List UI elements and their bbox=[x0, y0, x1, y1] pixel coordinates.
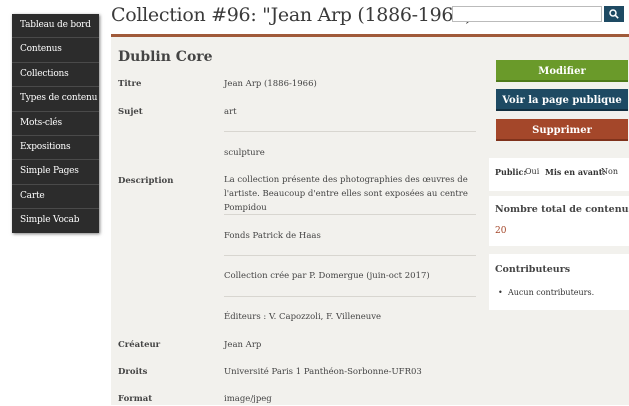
field-value-description: Fonds Patrick de Haas bbox=[224, 231, 321, 241]
field-value-format: image/jpeg bbox=[224, 394, 272, 404]
sidebar-item-simple-vocab[interactable]: Simple Vocab bbox=[12, 209, 99, 232]
sidebar-item-simple-pages[interactable]: Simple Pages bbox=[12, 160, 99, 185]
field-value-description: Éditeurs : V. Capozzoli, F. Villeneuve bbox=[224, 312, 382, 322]
sidebar-item-tags[interactable]: Mots-clés bbox=[12, 112, 99, 136]
value-divider bbox=[224, 214, 476, 215]
public-label: Public: bbox=[495, 167, 527, 177]
sidebar-item-collections[interactable]: Collections bbox=[12, 63, 99, 88]
value-divider bbox=[224, 255, 476, 256]
item-count-link[interactable]: 20 bbox=[495, 226, 506, 236]
field-value-subject: sculpture bbox=[224, 148, 265, 158]
item-count-panel: Nombre total de contenus 20 bbox=[489, 196, 629, 246]
bullet-icon: • bbox=[498, 288, 503, 297]
sidebar-item-map[interactable]: Carte bbox=[12, 185, 99, 210]
field-value-title: Jean Arp (1886-1966) bbox=[224, 79, 317, 89]
field-label-subject: Sujet bbox=[118, 107, 143, 117]
search-button[interactable] bbox=[604, 6, 624, 22]
value-divider bbox=[224, 296, 476, 297]
page-title: Collection #96: "Jean Arp (1886-1966)" bbox=[111, 4, 481, 26]
search-input[interactable] bbox=[452, 6, 602, 22]
admin-sidebar: Tableau de bord Contenus Collections Typ… bbox=[12, 14, 99, 233]
search-icon bbox=[609, 9, 619, 19]
field-label-title: Titre bbox=[118, 79, 142, 89]
item-count-heading: Nombre total de contenus bbox=[495, 204, 629, 215]
sidebar-item-exhibits[interactable]: Expositions bbox=[12, 136, 99, 161]
visibility-panel: Public: Oui Mis en avant: Non bbox=[489, 158, 629, 191]
value-divider bbox=[224, 131, 476, 132]
field-label-description: Description bbox=[118, 176, 174, 186]
contributor-item: Aucun contributeurs. bbox=[508, 288, 595, 297]
edit-button[interactable]: Modifier bbox=[496, 60, 628, 82]
public-value: Oui bbox=[525, 167, 540, 176]
field-value-rights: Université Paris 1 Panthéon-Sorbonne-UFR… bbox=[224, 367, 422, 377]
featured-label: Mis en avant: bbox=[545, 167, 606, 177]
section-title: Dublin Core bbox=[118, 49, 213, 65]
field-value-creator: Jean Arp bbox=[224, 340, 262, 350]
view-public-page-button[interactable]: Voir la page publique bbox=[496, 89, 628, 111]
sidebar-item-item-types[interactable]: Types de contenu bbox=[12, 87, 99, 112]
field-value-description: La collection présente des photographies… bbox=[224, 175, 468, 213]
contributors-heading: Contributeurs bbox=[495, 264, 571, 275]
field-label-format: Format bbox=[118, 394, 153, 404]
field-value-subject: art bbox=[224, 107, 237, 117]
contributors-panel: Contributeurs • Aucun contributeurs. bbox=[489, 254, 629, 310]
field-value-description: Collection crée par P. Domergue (juin-oc… bbox=[224, 271, 430, 281]
delete-button[interactable]: Supprimer bbox=[496, 119, 628, 141]
field-label-rights: Droits bbox=[118, 367, 148, 377]
sidebar-item-items[interactable]: Contenus bbox=[12, 38, 99, 63]
featured-value: Non bbox=[601, 167, 618, 176]
sidebar-item-dashboard[interactable]: Tableau de bord bbox=[12, 14, 99, 39]
field-label-creator: Créateur bbox=[118, 340, 161, 350]
